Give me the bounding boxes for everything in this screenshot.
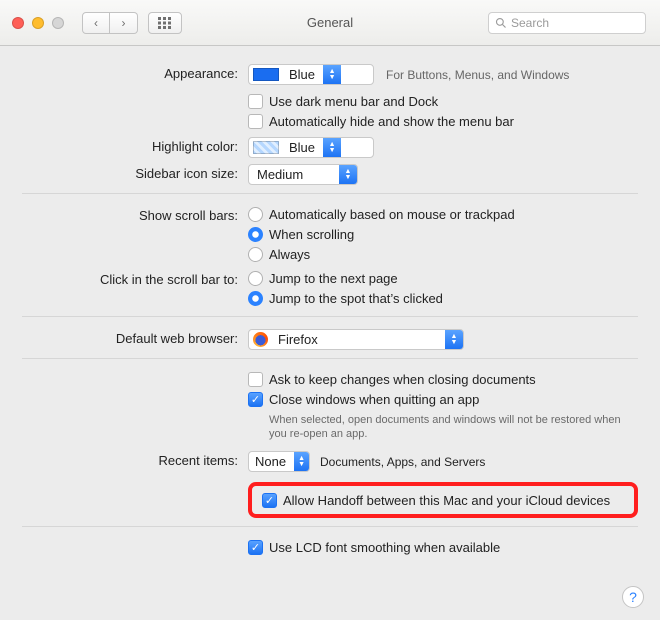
clickscroll-spot-radio[interactable]	[248, 291, 263, 306]
appearance-hint: For Buttons, Menus, and Windows	[374, 68, 569, 82]
close-windows-note: When selected, open documents and window…	[269, 413, 629, 441]
appearance-value: Blue	[285, 67, 323, 82]
scrollbars-auto-radio[interactable]	[248, 207, 263, 222]
search-field[interactable]: Search	[488, 12, 646, 34]
chevron-updown-icon: ▲▼	[445, 330, 463, 349]
appearance-swatch	[253, 68, 279, 81]
help-button[interactable]: ?	[622, 586, 644, 608]
content: Appearance: Blue ▲▼ For Buttons, Menus, …	[0, 46, 660, 573]
clickscroll-spot-label: Jump to the spot that’s clicked	[269, 290, 443, 308]
recent-value: None	[249, 454, 294, 469]
close-windows-checkbox[interactable]: ✓	[248, 392, 263, 407]
clickscroll-page-label: Jump to the next page	[269, 270, 398, 288]
sidebar-value: Medium	[249, 167, 311, 182]
scrollbars-scroll-label: When scrolling	[269, 226, 354, 244]
ask-changes-label: Ask to keep changes when closing documen…	[269, 371, 536, 389]
browser-dropdown[interactable]: Firefox ▲▼	[248, 329, 464, 350]
chevron-updown-icon: ▲▼	[323, 138, 341, 157]
sidebar-label: Sidebar icon size:	[22, 164, 248, 181]
ask-changes-checkbox[interactable]	[248, 372, 263, 387]
scrollbars-scroll-radio[interactable]	[248, 227, 263, 242]
divider	[22, 526, 638, 527]
search-icon	[495, 17, 507, 29]
grid-icon	[158, 17, 172, 29]
titlebar: ‹ › General Search	[0, 0, 660, 46]
recent-suffix: Documents, Apps, and Servers	[310, 455, 485, 469]
lcd-smoothing-checkbox[interactable]: ✓	[248, 540, 263, 555]
browser-value: Firefox	[274, 332, 326, 347]
clickscroll-page-radio[interactable]	[248, 271, 263, 286]
minimize-window-button[interactable]	[32, 17, 44, 29]
clickscroll-label: Click in the scroll bar to:	[22, 270, 248, 287]
handoff-checkbox[interactable]: ✓	[262, 493, 277, 508]
auto-hide-label: Automatically hide and show the menu bar	[269, 113, 514, 131]
divider	[22, 358, 638, 359]
search-placeholder: Search	[511, 16, 549, 30]
nav-group: ‹ ›	[82, 12, 138, 34]
appearance-dropdown[interactable]: Blue ▲▼	[248, 64, 374, 85]
divider	[22, 193, 638, 194]
scrollbars-always-radio[interactable]	[248, 247, 263, 262]
lcd-smoothing-label: Use LCD font smoothing when available	[269, 539, 500, 557]
browser-label: Default web browser:	[22, 329, 248, 346]
window-controls	[12, 17, 64, 29]
handoff-callout: ✓ Allow Handoff between this Mac and you…	[248, 482, 638, 518]
handoff-label: Allow Handoff between this Mac and your …	[283, 493, 610, 508]
chevron-updown-icon: ▲▼	[339, 165, 357, 184]
back-button[interactable]: ‹	[82, 12, 110, 34]
sidebar-dropdown[interactable]: Medium ▲▼	[248, 164, 358, 185]
recent-label: Recent items:	[22, 451, 248, 468]
scrollbars-label: Show scroll bars:	[22, 206, 248, 223]
dark-menu-label: Use dark menu bar and Dock	[269, 93, 438, 111]
scrollbars-always-label: Always	[269, 246, 310, 264]
highlight-label: Highlight color:	[22, 137, 248, 154]
firefox-icon	[253, 332, 268, 347]
zoom-window-button[interactable]	[52, 17, 64, 29]
chevron-updown-icon: ▲▼	[294, 452, 309, 471]
chevron-updown-icon: ▲▼	[323, 65, 341, 84]
scrollbars-auto-label: Automatically based on mouse or trackpad	[269, 206, 515, 224]
appearance-label: Appearance:	[22, 64, 248, 81]
close-windows-label: Close windows when quitting an app	[269, 391, 479, 409]
window-title: General	[307, 15, 353, 30]
recent-dropdown[interactable]: None ▲▼	[248, 451, 310, 472]
highlight-swatch	[253, 141, 279, 154]
dark-menu-checkbox[interactable]	[248, 94, 263, 109]
highlight-dropdown[interactable]: Blue ▲▼	[248, 137, 374, 158]
forward-button[interactable]: ›	[110, 12, 138, 34]
auto-hide-checkbox[interactable]	[248, 114, 263, 129]
show-all-button[interactable]	[148, 12, 182, 34]
highlight-value: Blue	[285, 140, 323, 155]
divider	[22, 316, 638, 317]
close-window-button[interactable]	[12, 17, 24, 29]
